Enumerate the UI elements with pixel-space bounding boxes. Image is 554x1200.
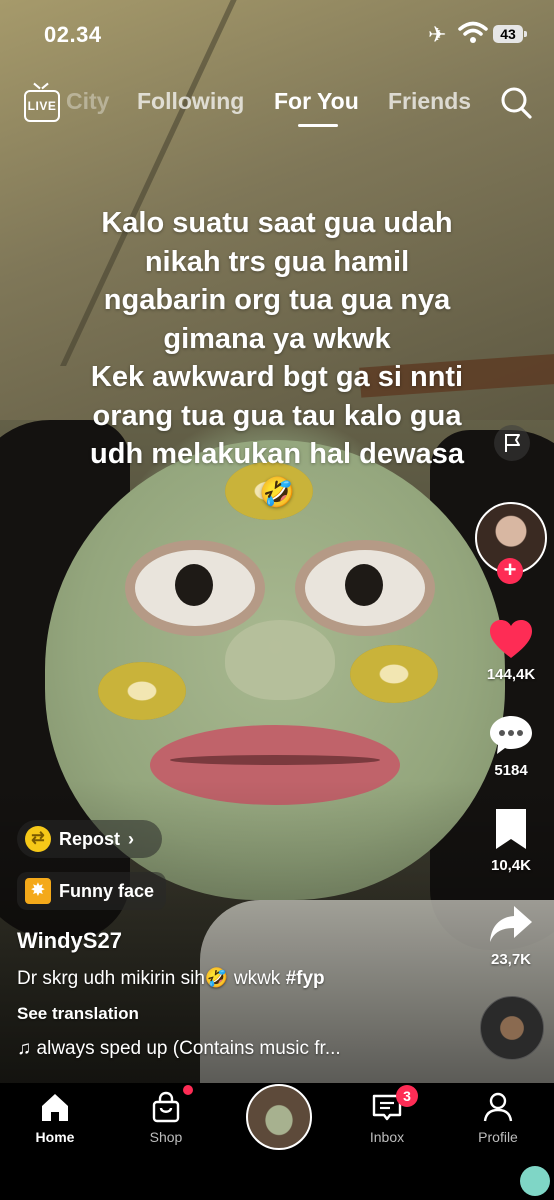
music-info[interactable]: ♫ always sped up (Contains music fr... [17, 1038, 341, 1060]
caption-line: orang tua gua tau kalo gua [92, 399, 462, 432]
video-eye-right [295, 540, 435, 636]
hashtag-link[interactable]: #fyp [286, 968, 325, 989]
comment-icon[interactable] [488, 714, 534, 756]
active-tab-indicator [298, 124, 338, 127]
nav-home-label: Home [35, 1129, 75, 1145]
airplane-icon: ✈ [428, 22, 447, 47]
chevron-right-icon: › [128, 828, 135, 849]
video-kiwi-right-cheek [350, 645, 438, 703]
effect-icon: ✸ [25, 878, 51, 904]
music-title: always sped up (Contains music fr... [36, 1038, 341, 1059]
caption-line: ngabarin org tua gua nya [103, 284, 451, 316]
caption-line: 🤣 [258, 476, 296, 509]
music-disc[interactable] [480, 996, 544, 1060]
creator-username[interactable]: WindyS27 [17, 928, 122, 954]
video-eye-left [125, 540, 265, 636]
tab-for-you[interactable]: For You [274, 88, 359, 115]
status-time: 02.34 [44, 22, 102, 47]
video-caption: Kalo suatu saat gua udah nikah trs gua h… [60, 204, 494, 512]
see-translation-link[interactable]: See translation [17, 1004, 139, 1024]
repost-button[interactable]: ⇄ Repost › [17, 820, 162, 858]
caption-line: Kalo suatu saat gua udah [101, 207, 453, 239]
corner-sticker-icon [520, 1166, 550, 1196]
music-note-icon: ♫ [17, 1038, 37, 1059]
bookmark-count: 10,4K [490, 857, 532, 874]
comment-count: 5184 [494, 762, 528, 779]
nav-profile-label: Profile [478, 1129, 518, 1145]
profile-icon [483, 1092, 513, 1122]
nav-shop-label: Shop [149, 1129, 183, 1145]
flag-icon [505, 434, 520, 452]
video-player[interactable] [0, 0, 554, 1083]
bookmark-icon[interactable] [488, 808, 534, 850]
tab-following[interactable]: Following [137, 88, 244, 115]
heart-icon[interactable] [488, 618, 534, 660]
top-navigation: LIVE City Following For You Friends [0, 80, 554, 130]
nav-inbox-label: Inbox [369, 1129, 405, 1145]
post-description: Dr skrg udh mikirin sih🤣 wkwk #fyp [17, 966, 325, 990]
description-text: Dr skrg udh mikirin sih🤣 wkwk [17, 968, 286, 989]
home-icon [42, 1094, 68, 1121]
search-icon[interactable] [500, 86, 532, 120]
live-icon[interactable]: LIVE [24, 90, 60, 122]
battery-indicator: 43 [493, 25, 527, 43]
tab-friends[interactable]: Friends [388, 88, 471, 115]
video-nose [225, 620, 335, 700]
repost-label: Repost [59, 828, 121, 849]
wifi-icon [458, 21, 488, 43]
report-flag-button[interactable] [494, 425, 530, 461]
video-kiwi-left-cheek [98, 662, 186, 720]
like-count: 144,4K [486, 666, 536, 683]
share-count: 23,7K [490, 951, 532, 968]
effect-label: Funny face [59, 880, 155, 901]
effect-tag[interactable]: ✸ Funny face [17, 872, 167, 910]
caption-line: udh melakukan hal dewasa [90, 438, 464, 470]
share-icon[interactable] [488, 904, 534, 946]
shop-notification-dot [183, 1085, 193, 1095]
follow-plus-button[interactable]: + [497, 558, 523, 584]
tab-city[interactable]: City [66, 88, 109, 115]
center-create-avatar[interactable] [246, 1084, 312, 1150]
status-bar: 02.34 ✈ 43 [0, 0, 554, 70]
inbox-badge: 3 [396, 1085, 418, 1107]
caption-line: gimana ya wkwk [163, 322, 391, 355]
shop-bag-icon [152, 1091, 180, 1123]
caption-line: nikah trs gua hamil [144, 245, 410, 278]
repost-icon: ⇄ [25, 826, 51, 852]
caption-line: Kek awkward bgt ga si nnti [90, 361, 464, 393]
